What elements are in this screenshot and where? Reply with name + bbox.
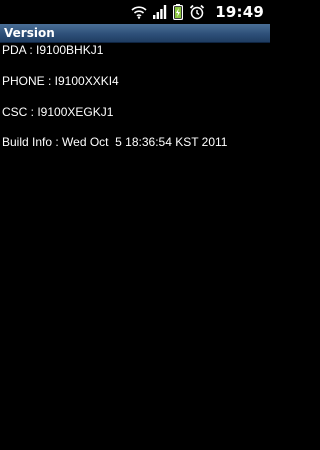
- status-icons: 19:49: [131, 0, 264, 24]
- page-title: Version: [4, 26, 55, 40]
- battery-charging-icon: [173, 4, 184, 20]
- pda-version: PDA : I9100BHKJ1: [2, 43, 104, 57]
- phone-version: PHONE : I9100XXKI4: [2, 74, 119, 88]
- status-clock: 19:49: [215, 3, 264, 21]
- csc-version: CSC : I9100XEGKJ1: [2, 105, 114, 119]
- title-bar: Version: [0, 24, 270, 43]
- alarm-icon: [189, 4, 205, 20]
- signal-icon: [153, 5, 167, 19]
- build-info: Build Info : Wed Oct 5 18:36:54 KST 2011: [2, 135, 228, 149]
- wifi-icon: [131, 5, 147, 19]
- status-bar: 19:49: [0, 0, 270, 24]
